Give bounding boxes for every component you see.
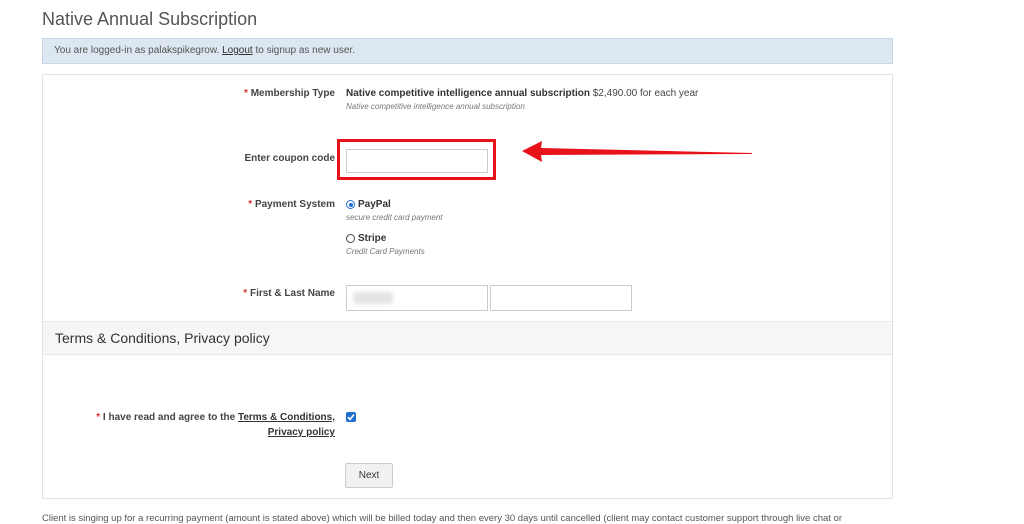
terms-link[interactable]: Terms & Conditions, <box>238 412 335 423</box>
stripe-radio[interactable] <box>346 234 355 243</box>
annotation-arrow-icon <box>522 141 752 162</box>
notice-prefix: You are logged-in as palakspikegrow. <box>54 45 220 56</box>
logout-link[interactable]: Logout <box>222 45 253 56</box>
checkmark-icon <box>347 414 355 421</box>
membership-price: $2,490.00 for each year <box>592 88 699 99</box>
terms-heading: Terms & Conditions, Privacy policy <box>55 330 270 346</box>
redacted-value <box>353 292 393 304</box>
notice-suffix: to signup as new user. <box>255 45 355 56</box>
required-mark: * <box>248 199 253 210</box>
name-label: * First & Last Name <box>243 288 335 299</box>
payment-system-label: * Payment System <box>248 199 335 210</box>
last-name-input[interactable] <box>490 285 632 311</box>
coupon-input[interactable] <box>346 149 488 173</box>
login-notice: You are logged-in as palakspikegrow. Log… <box>42 38 893 64</box>
required-mark: * <box>244 88 248 99</box>
paypal-option-label[interactable]: PayPal <box>358 199 391 210</box>
agree-label: * I have read and agree to the Terms & C… <box>96 412 335 438</box>
agree-checkbox[interactable] <box>346 412 356 422</box>
recurring-payment-note: Client is singing up for a recurring pay… <box>42 513 842 524</box>
stripe-option-label[interactable]: Stripe <box>358 233 386 244</box>
membership-type-label: * Membership Type <box>244 88 335 99</box>
paypal-radio[interactable] <box>346 200 355 209</box>
terms-section-header: Terms & Conditions, Privacy policy <box>43 321 892 355</box>
membership-description: Native competitive intelligence annual s… <box>346 102 525 111</box>
membership-title: Native competitive intelligence annual s… <box>346 88 590 99</box>
stripe-description: Credit Card Payments <box>346 247 425 256</box>
first-name-input[interactable] <box>346 285 488 311</box>
next-button[interactable]: Next <box>345 463 393 488</box>
page-title: Native Annual Subscription <box>42 9 258 29</box>
coupon-label: Enter coupon code <box>244 153 335 164</box>
required-mark: * <box>96 412 101 423</box>
privacy-link[interactable]: Privacy policy <box>268 427 335 438</box>
required-mark: * <box>243 288 248 299</box>
membership-name: Native competitive intelligence annual s… <box>346 88 698 99</box>
paypal-description: secure credit card payment <box>346 213 443 222</box>
